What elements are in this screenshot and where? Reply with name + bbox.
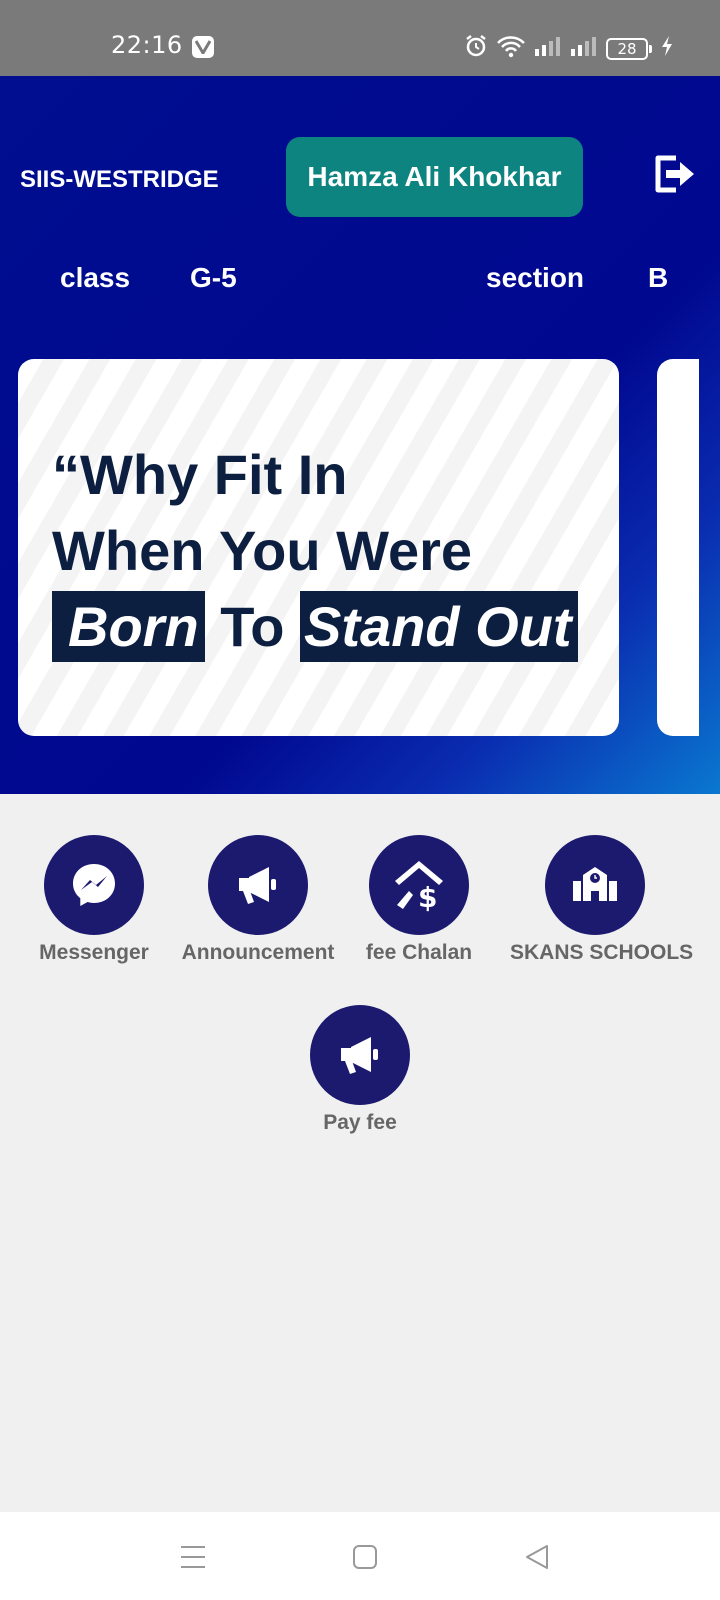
- banner-line-1: “Why Fit In: [52, 443, 348, 506]
- section-value: B: [648, 262, 669, 293]
- school-building-icon: [545, 835, 645, 935]
- skans-schools-label: SKANS SCHOOLS: [510, 941, 694, 964]
- banner-word-standout: Stand Out: [300, 591, 578, 662]
- banner-word-to: To: [220, 595, 285, 658]
- system-nav-bar: [0, 1512, 720, 1600]
- back-icon[interactable]: [522, 1542, 552, 1572]
- skans-schools-button[interactable]: SKANS SCHOOLS: [510, 835, 694, 965]
- wifi-icon: [496, 34, 526, 63]
- school-name: SIIS-WESTRIDGE: [20, 166, 219, 193]
- battery-icon: 28: [606, 37, 648, 60]
- banner-word-born: Born: [52, 591, 205, 662]
- header: SIIS-WESTRIDGE Hamza Ali Khokhar class G…: [0, 76, 720, 794]
- status-icons: 28: [464, 34, 674, 63]
- alarm-icon: [464, 34, 488, 63]
- battery-cap: [649, 44, 652, 53]
- banner-line-3: Born To Stand Out: [52, 591, 578, 662]
- menu-icon[interactable]: [178, 1542, 208, 1572]
- megaphone-icon: [208, 835, 308, 935]
- pay-fee-button[interactable]: Pay fee: [275, 1005, 445, 1135]
- announcement-label: Announcement: [181, 941, 335, 964]
- fee-chalan-button[interactable]: $ fee Chalan: [334, 835, 504, 965]
- user-name-button[interactable]: Hamza Ali Khokhar: [286, 137, 583, 217]
- messenger-button[interactable]: Messenger: [9, 835, 179, 965]
- logout-icon[interactable]: [652, 152, 696, 196]
- banner-line-2: When You Were: [52, 519, 473, 582]
- megaphone-icon-2: [310, 1005, 410, 1105]
- class-label: class: [60, 262, 131, 293]
- signal-icon-1: [534, 35, 562, 62]
- banner-card[interactable]: “Why Fit In When You Were Born To Stand …: [18, 359, 619, 736]
- class-value: G-5: [190, 262, 237, 293]
- announcement-button[interactable]: Announcement: [173, 835, 343, 965]
- status-bar: 22:16 28: [0, 0, 720, 76]
- home-icon[interactable]: [350, 1542, 380, 1572]
- messenger-label: Messenger: [39, 941, 149, 964]
- app-notification-icon: [192, 36, 214, 58]
- section-label: section: [486, 262, 585, 293]
- fee-house-dollar-icon: $: [369, 835, 469, 935]
- messenger-icon: [44, 835, 144, 935]
- status-time: 22:16: [111, 31, 183, 59]
- signal-icon-2: [570, 35, 598, 62]
- next-banner-card[interactable]: [657, 359, 699, 736]
- charging-icon: [660, 35, 674, 62]
- pay-fee-label: Pay fee: [323, 1111, 397, 1134]
- fee-chalan-label: fee Chalan: [365, 941, 473, 964]
- svg-text:$: $: [418, 881, 437, 914]
